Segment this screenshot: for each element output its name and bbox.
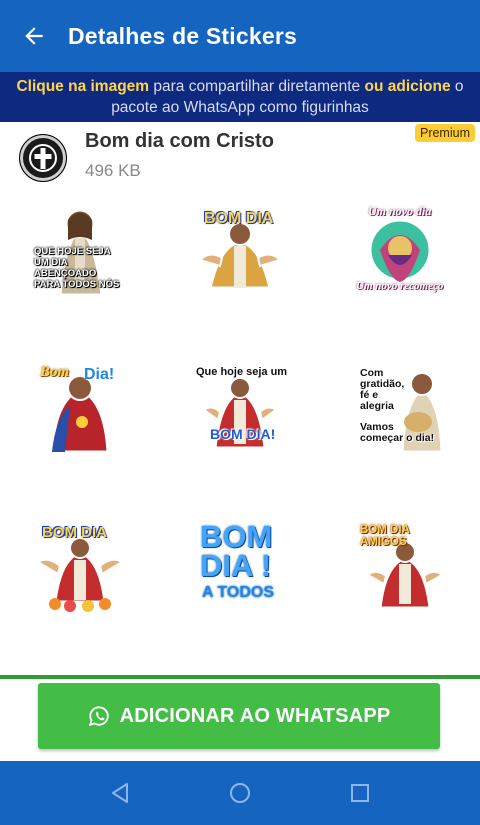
sticker-text: alegria [360, 400, 394, 412]
whatsapp-icon [88, 706, 109, 727]
premium-badge: Premium [414, 124, 475, 142]
nav-home-button[interactable] [225, 778, 255, 808]
pack-tray-icon [19, 134, 67, 182]
sticker-text: Que hoje seja um [196, 366, 288, 378]
sticker-um-novo-dia[interactable]: Um novo dia Um novo recomeço [350, 200, 450, 300]
sticker-text: começar o dia! [360, 432, 435, 444]
sticker-bom-dia-jesus[interactable]: BOM DIA [190, 200, 290, 300]
add-to-whatsapp-button[interactable]: ADICIONAR AO WHATSAPP [38, 683, 440, 749]
sticker-text: BOM DIA [360, 524, 410, 536]
sticker-text: AMIGOS [360, 536, 407, 548]
nav-home-icon [230, 783, 250, 803]
sticker-que-hoje-seja-um-bom-dia[interactable]: Que hoje seja um BOM DIA! [190, 360, 290, 460]
app-bar: Detalhes de Stickers [0, 0, 480, 72]
system-nav-bar [0, 761, 480, 825]
banner-text-1: para compartilhar diretamente [149, 78, 365, 95]
sticker-text: DIA ! [200, 548, 272, 583]
sticker-bom-dia-flowers[interactable]: BOM DIA [30, 520, 130, 620]
banner-bold-1: Clique na imagem [16, 78, 150, 95]
sticker-text: UM DIA ABENÇOADO [34, 257, 97, 279]
sticker-que-hoje-seja[interactable]: QUE HOJE SEJA UM DIA ABENÇOADO PARA TODO… [30, 200, 130, 300]
pack-size: 496 KB [85, 161, 141, 180]
banner-bold-2: ou adicione [364, 78, 451, 95]
pack-header: Bom dia com Cristo 496 KB Premium [0, 122, 480, 188]
nav-back-icon [112, 783, 128, 803]
add-button-label: ADICIONAR AO WHATSAPP [119, 704, 391, 727]
sticker-text: PARA TODOS NÓS [34, 279, 120, 290]
divider [0, 675, 480, 679]
nav-recents-button[interactable] [345, 778, 375, 808]
sticker-bom-dia-sacred-heart[interactable]: Bom Dia! [30, 360, 130, 460]
sticker-text: BOM [200, 519, 273, 554]
sticker-text: Dia! [84, 366, 115, 383]
sticker-text: A TODOS [202, 584, 275, 601]
sticker-text: Um novo recomeço [356, 280, 444, 292]
sticker-text: BOM DIA! [210, 426, 276, 442]
sticker-bom-dia-a-todos[interactable]: BOM DIA ! A TODOS [190, 520, 290, 620]
sticker-grid: QUE HOJE SEJA UM DIA ABENÇOADO PARA TODO… [0, 195, 480, 660]
nav-back-button[interactable] [105, 778, 135, 808]
sticker-text: BOM DIA [42, 524, 107, 541]
arrow-back-icon [25, 27, 43, 45]
sticker-bom-dia-amigos[interactable]: BOM DIA AMIGOS [350, 520, 450, 620]
nav-recents-icon [351, 784, 369, 802]
sticker-text: Um novo dia [368, 204, 432, 218]
sticker-text: QUE HOJE SEJA [34, 246, 111, 257]
back-button[interactable] [0, 0, 68, 72]
info-banner: Clique na imagem para compartilhar diret… [0, 72, 480, 122]
sticker-com-gratidao[interactable]: Com gratidão, fé e alegria Vamos começar… [350, 360, 450, 460]
sticker-text: Bom [40, 364, 70, 380]
sticker-text: BOM DIA [204, 210, 274, 227]
page-title: Detalhes de Stickers [68, 22, 298, 49]
pack-name: Bom dia com Cristo [85, 130, 274, 152]
cross-icon [29, 144, 57, 172]
